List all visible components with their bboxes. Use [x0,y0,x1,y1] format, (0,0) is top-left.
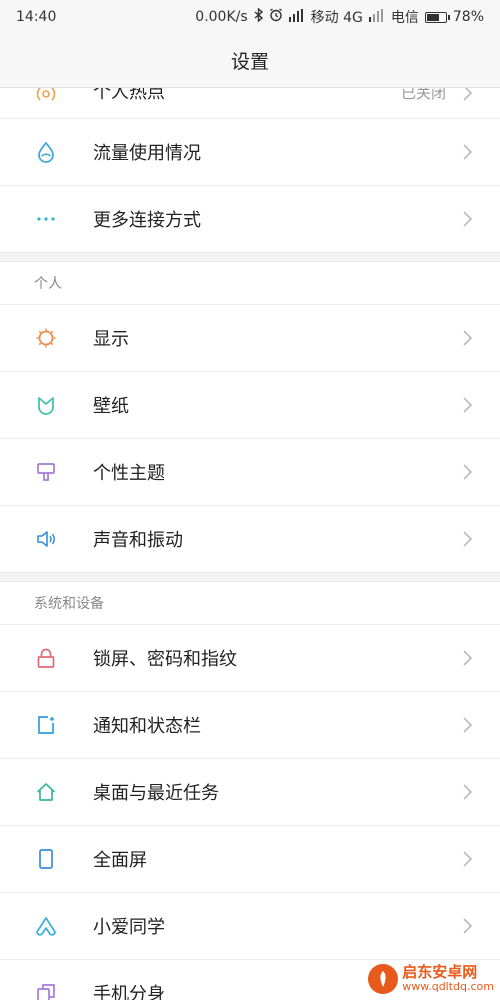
setting-sound[interactable]: 声音和振动 [0,506,500,573]
lock-icon [34,646,58,670]
chevron-right-icon [463,464,473,480]
setting-label: 流量使用情况 [93,143,201,164]
phone-icon [34,847,58,871]
status-time: 14:40 [16,9,57,25]
speaker-icon [34,527,58,551]
home-icon [34,780,58,804]
chevron-right-icon [463,397,473,413]
notification-icon [34,713,58,737]
status-bar: 14:40 0.00K/s 移动 4G 电信 78% [0,0,500,34]
chevron-right-icon [463,650,473,666]
setting-label: 显示 [93,329,129,350]
dual-app-icon [34,981,58,1000]
chevron-right-icon [463,918,473,934]
setting-label: 桌面与最近任务 [93,783,219,804]
setting-label: 个人热点 [93,88,165,103]
watermark-logo-icon [368,964,399,994]
setting-home-screen[interactable]: 桌面与最近任务 [0,759,500,826]
setting-label: 通知和状态栏 [93,716,201,737]
chevron-right-icon [463,717,473,733]
battery-percent: 78% [452,9,484,25]
setting-notifications[interactable]: 通知和状态栏 [0,692,500,759]
alarm-icon [269,8,283,26]
setting-value: 已关闭 [400,88,446,102]
setting-label: 锁屏、密码和指纹 [93,649,237,670]
water-drop-icon [34,140,58,164]
chevron-right-icon [463,211,473,227]
chevron-right-icon [463,144,473,160]
page-title: 设置 [230,51,269,73]
battery-icon [424,11,450,23]
title-bar: 设置 [0,34,500,88]
setting-label: 声音和振动 [93,530,183,551]
setting-hotspot[interactable]: 个人热点 已关闭 [0,88,500,119]
more-dots-icon [34,207,58,231]
setting-label: 个性主题 [93,463,165,484]
signal-icon-2 [368,8,385,26]
wallpaper-icon [34,393,58,417]
setting-label: 更多连接方式 [93,210,201,231]
section-header-personal: 个人 [0,262,500,305]
brush-icon [34,460,58,484]
sun-icon [34,326,58,350]
setting-data-usage[interactable]: 流量使用情况 [0,119,500,186]
bluetooth-icon [254,7,263,26]
setting-label: 手机分身 [93,984,165,1000]
setting-more-connections[interactable]: 更多连接方式 [0,186,500,253]
network-speed: 0.00K/s [195,9,248,25]
chevron-right-icon [463,330,473,346]
status-icons: 0.00K/s 移动 4G 电信 78% [195,7,484,27]
carrier-2: 电信 [390,10,419,26]
hotspot-icon [34,88,58,106]
setting-theme[interactable]: 个性主题 [0,439,500,506]
carrier-1: 移动 4G [310,10,363,26]
setting-display[interactable]: 显示 [0,305,500,372]
section-gap [0,253,500,262]
setting-lock-screen[interactable]: 锁屏、密码和指纹 [0,625,500,692]
chevron-right-icon [463,88,473,101]
setting-xiaoai[interactable]: 小爱同学 [0,893,500,960]
setting-label: 壁纸 [93,396,129,417]
settings-list[interactable]: 个人热点 已关闭 流量使用情况 更多连接方式 个人 显示 壁纸 个性主题 声音和… [0,88,500,1000]
watermark-url: www.qdltdq.com [402,980,494,994]
signal-icon-1 [288,8,305,26]
xiaoai-icon [34,914,58,938]
chevron-right-icon [463,531,473,547]
watermark-title: 启东安卓网 [402,963,478,982]
setting-label: 全面屏 [93,850,147,871]
setting-full-screen[interactable]: 全面屏 [0,826,500,893]
chevron-right-icon [463,851,473,867]
chevron-right-icon [463,784,473,800]
section-header-system: 系统和设备 [0,582,500,625]
watermark: 启东安卓网 www.qdltdq.com [368,964,494,994]
setting-wallpaper[interactable]: 壁纸 [0,372,500,439]
section-gap [0,573,500,582]
setting-label: 小爱同学 [93,917,165,938]
